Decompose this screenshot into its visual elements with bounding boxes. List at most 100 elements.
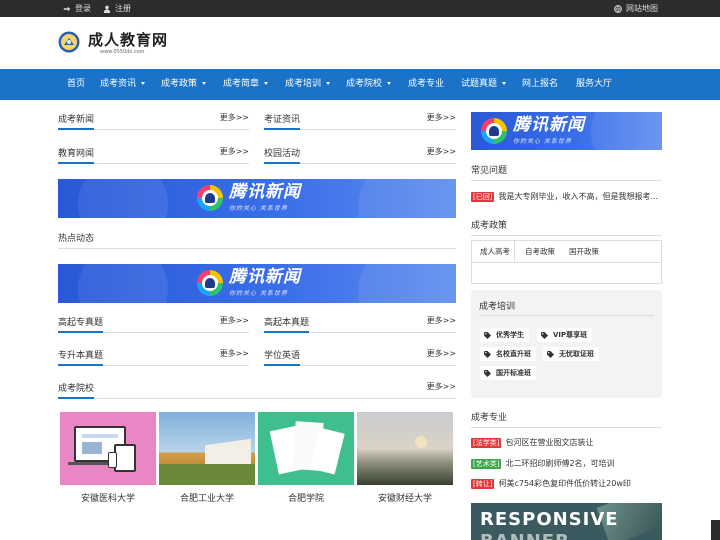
chevron-down-icon xyxy=(264,82,269,85)
school-name: 安徽财经大学 xyxy=(377,494,432,504)
banner-decoration xyxy=(358,264,456,303)
ad-banner-tencent-news[interactable]: 腾讯新闻 你的关心 关系世界 xyxy=(58,264,456,303)
section-title[interactable]: 校园活动 xyxy=(264,146,301,164)
site-logo[interactable]: 成人教育网 www.0550dx.com xyxy=(58,31,168,55)
section-title[interactable]: 教育网闻 xyxy=(58,146,95,164)
major-item[interactable]: [法学类] 包河区在营业图文店装让 xyxy=(471,437,593,448)
training-tag[interactable]: 优秀学生 xyxy=(480,328,529,342)
tencent-news-logo-icon xyxy=(197,184,223,211)
nav-item-training[interactable]: 成考培训 xyxy=(285,69,331,100)
sitemap-label: 网站地图 xyxy=(626,4,658,13)
tab-self-exam[interactable]: 自考政策 xyxy=(525,241,555,262)
section-title: 成考政策 xyxy=(471,221,508,231)
banner-subtitle: 你的关心 关系世界 xyxy=(513,138,572,145)
user-icon xyxy=(103,5,111,13)
school-name: 合肥工业大学 xyxy=(179,494,234,504)
tencent-news-logo-icon xyxy=(481,117,507,144)
nav-item-exams[interactable]: 试题真题 xyxy=(461,69,507,100)
school-name: 安徽医科大学 xyxy=(80,494,135,504)
tag-icon xyxy=(547,350,554,358)
more-link[interactable]: 更多>> xyxy=(427,315,456,326)
nav-item-policy[interactable]: 成考政策 xyxy=(161,69,207,100)
more-link[interactable]: 更多>> xyxy=(220,112,249,123)
school-image xyxy=(60,412,156,485)
nav-item-signup[interactable]: 网上报名 xyxy=(522,69,558,100)
more-link[interactable]: 更多>> xyxy=(220,348,249,359)
nav-item-service[interactable]: 服务大厅 xyxy=(576,69,612,100)
nav-item-brochure[interactable]: 成考简章 xyxy=(223,69,269,100)
status-badge: [已回] xyxy=(471,191,495,202)
banner-decoration xyxy=(78,179,168,218)
category-badge: [转让] xyxy=(471,478,495,489)
training-panel: 成考培训 优秀学生 VIP尊享班 名校直升班 无忧取证班 国开标准班 xyxy=(471,290,662,398)
section-title[interactable]: 高起本真题 xyxy=(264,315,310,333)
training-tag-label: 名校直升班 xyxy=(496,350,531,358)
training-tag-label: 国开标准班 xyxy=(496,369,531,377)
tag-icon xyxy=(484,331,491,339)
nav-item-majors[interactable]: 成考专业 xyxy=(408,69,444,100)
more-link[interactable]: 更多>> xyxy=(427,146,456,157)
section-cert: 考证资讯 更多>> xyxy=(264,108,456,130)
logo-emblem-icon xyxy=(58,31,80,53)
nav-label: 成考培训 xyxy=(285,79,322,89)
chevron-down-icon xyxy=(141,82,146,85)
login-label: 登录 xyxy=(75,4,91,13)
school-card[interactable]: 合肥工业大学 xyxy=(159,412,255,504)
training-tag[interactable]: 无忧取证班 xyxy=(543,347,599,361)
faq-item[interactable]: [已回] 我是大专刚毕业，收入不高，但是我想报考... xyxy=(471,191,658,202)
major-item[interactable]: [艺术类] 北二环招印刷师傅2名，可培训 xyxy=(471,458,615,469)
responsive-banner[interactable]: RESPONSIVE BANNER xyxy=(471,503,662,540)
register-link[interactable]: 注册 xyxy=(103,3,131,14)
sidebar-faq-header: 常见问题 xyxy=(471,159,662,181)
sidebar-ad-banner-tencent-news[interactable]: 腾讯新闻 你的关心 关系世界 xyxy=(471,112,662,150)
register-label: 注册 xyxy=(115,4,131,13)
nav-label: 成考政策 xyxy=(161,79,198,89)
more-link[interactable]: 更多>> xyxy=(427,348,456,359)
major-item[interactable]: [转让] 柯美c754彩色复印件低价转让20w印 xyxy=(471,478,631,489)
nav-item-home[interactable]: 首页 xyxy=(67,69,85,100)
nav-item-news[interactable]: 成考资讯 xyxy=(100,69,146,100)
chevron-down-icon xyxy=(202,82,207,85)
section-title[interactable]: 成考新闻 xyxy=(58,112,95,130)
section-title[interactable]: 学位英语 xyxy=(264,348,301,366)
tag-icon xyxy=(484,350,491,358)
banner-decoration xyxy=(358,179,456,218)
more-link[interactable]: 更多>> xyxy=(427,381,456,392)
section-title[interactable]: 高起专真题 xyxy=(58,315,104,333)
category-badge: [艺术类] xyxy=(471,458,502,469)
tab-open-univ[interactable]: 国开政策 xyxy=(569,241,599,262)
chevron-down-icon xyxy=(502,82,507,85)
scroll-to-top-button[interactable] xyxy=(711,520,720,540)
nav-item-schools[interactable]: 成考院校 xyxy=(346,69,392,100)
more-link[interactable]: 更多>> xyxy=(427,112,456,123)
sign-in-icon xyxy=(63,6,71,11)
school-card[interactable]: 安徽财经大学 xyxy=(357,412,453,504)
more-link[interactable]: 更多>> xyxy=(220,315,249,326)
section-title[interactable]: 热点动态 xyxy=(58,231,94,244)
banner-title: 腾讯新闻 xyxy=(229,267,301,287)
login-link[interactable]: 登录 xyxy=(63,3,91,14)
major-text: 包河区在营业图文店装让 xyxy=(505,438,594,447)
sitemap-link[interactable]: 网站地图 xyxy=(614,3,658,14)
tab-adult-exam[interactable]: 成人高考 xyxy=(472,241,515,262)
more-link[interactable]: 更多>> xyxy=(220,146,249,157)
section-title[interactable]: 成考院校 xyxy=(58,381,95,399)
top-bar: 登录 注册 网站地图 xyxy=(0,0,720,17)
training-tag[interactable]: VIP尊享班 xyxy=(537,328,593,342)
section-gaoqiben: 高起本真题 更多>> xyxy=(264,311,456,333)
nav-label: 成考资讯 xyxy=(100,79,137,89)
banner-content: 腾讯新闻 你的关心 关系世界 xyxy=(197,268,301,297)
faq-text: 我是大专刚毕业，收入不高，但是我想报考... xyxy=(498,192,659,201)
main-nav: 首页 成考资讯 成考政策 成考简章 成考培训 成考院校 成考专业 试题真题 网上… xyxy=(0,69,720,100)
banner-title: 腾讯新闻 xyxy=(229,182,301,202)
section-title[interactable]: 考证资讯 xyxy=(264,112,301,130)
training-tag-label: 优秀学生 xyxy=(496,331,524,339)
banner-content: 腾讯新闻 你的关心 关系世界 xyxy=(481,116,585,145)
school-card[interactable]: 合肥学院 xyxy=(258,412,354,504)
section-title[interactable]: 专升本真题 xyxy=(58,348,104,366)
school-card[interactable]: 安徽医科大学 xyxy=(60,412,156,504)
training-tag[interactable]: 国开标准班 xyxy=(480,366,536,380)
chevron-down-icon xyxy=(387,82,392,85)
training-tag[interactable]: 名校直升班 xyxy=(480,347,536,361)
ad-banner-tencent-news[interactable]: 腾讯新闻 你的关心 关系世界 xyxy=(58,179,456,218)
